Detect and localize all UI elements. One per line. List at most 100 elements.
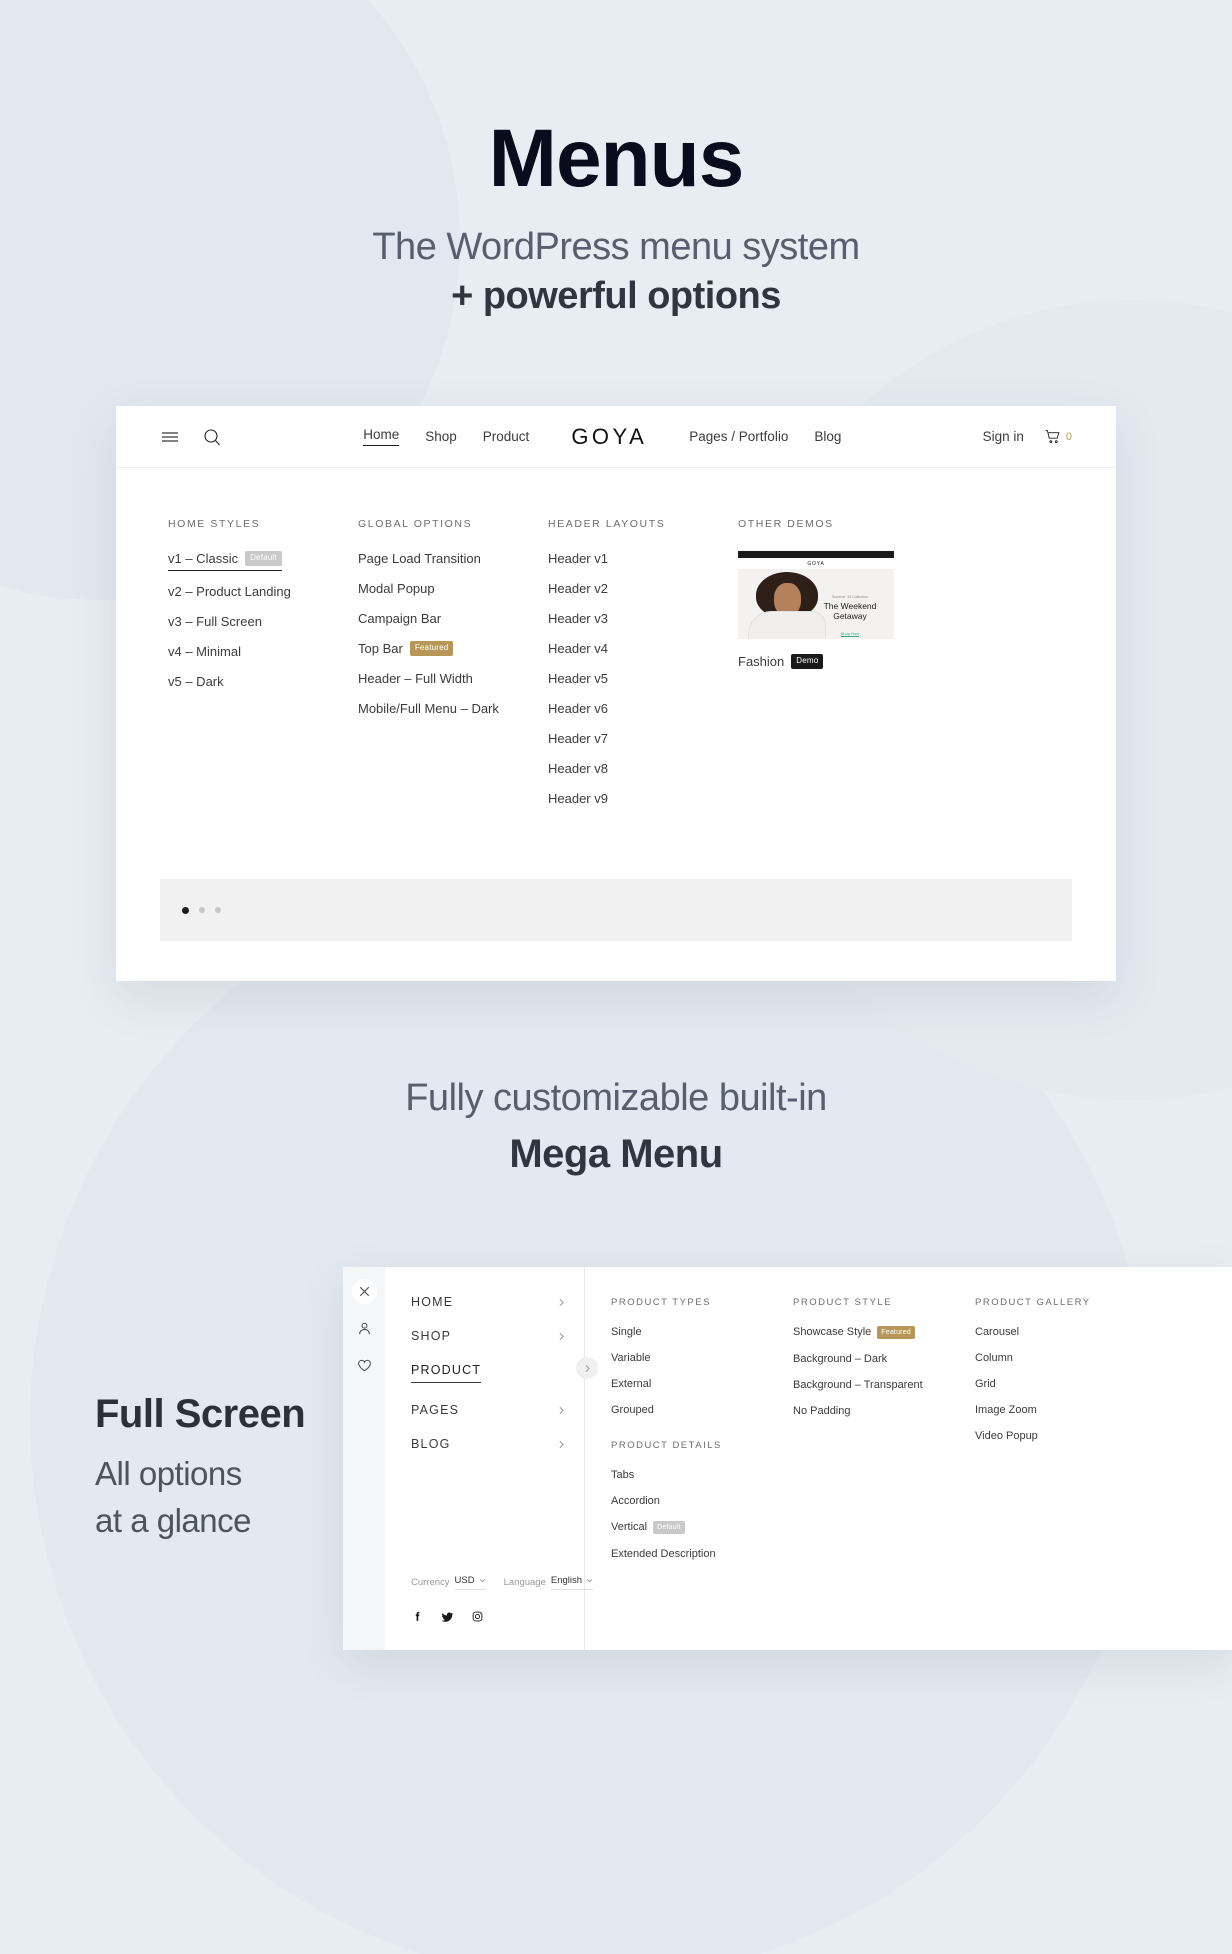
mega-item-header-v8[interactable]: Header v8 (548, 761, 738, 776)
fs-item-single[interactable]: Single (611, 1326, 793, 1338)
navbar-right-group: Sign in 0 (983, 428, 1072, 445)
thumbnail-topbar (738, 551, 894, 558)
nav-link-blog[interactable]: Blog (814, 429, 841, 444)
mega-item-header-v1[interactable]: Header v1 (548, 551, 738, 566)
hero-section: Menus The WordPress menu system + powerf… (0, 0, 1232, 318)
social-links (411, 1610, 584, 1628)
mega-item-page-load-transition[interactable]: Page Load Transition (358, 551, 548, 566)
mega-menu-panel: HOME STYLES v1 – Classic Default v2 – Pr… (116, 468, 1116, 879)
page-title: Menus (488, 113, 745, 204)
sign-in-link[interactable]: Sign in (983, 429, 1024, 444)
fs-item-no-padding[interactable]: No Padding (793, 1405, 975, 1417)
fs-item-tabs[interactable]: Tabs (611, 1469, 793, 1481)
cart-button[interactable]: 0 (1044, 428, 1072, 445)
fs-nav-item-blog[interactable]: BLOG (411, 1437, 584, 1451)
nav-link-product[interactable]: Product (483, 429, 530, 444)
chevron-right-icon (559, 1440, 564, 1448)
mega-item-header-v7[interactable]: Header v7 (548, 731, 738, 746)
fs-item-image-zoom[interactable]: Image Zoom (975, 1404, 1157, 1416)
fs-item-grid[interactable]: Grid (975, 1378, 1157, 1390)
search-icon[interactable] (202, 427, 222, 447)
mega-column-other-demos: OTHER DEMOS GOYA Summer '19 Collection T… (738, 518, 988, 821)
status-badge-featured: Featured (877, 1326, 915, 1339)
fs-item-label: Showcase Style (793, 1326, 872, 1339)
mega-item-campaign-bar[interactable]: Campaign Bar (358, 611, 548, 626)
mega-item-v2-product-landing[interactable]: v2 – Product Landing (168, 584, 358, 599)
hero-subtitle-line1: The WordPress menu system (372, 226, 860, 268)
facebook-icon[interactable] (411, 1610, 424, 1628)
mega-item-fashion[interactable]: Fashion Demo (738, 654, 988, 669)
fs-item-carousel[interactable]: Carousel (975, 1326, 1157, 1338)
fs-nav-item-pages[interactable]: PAGES (411, 1403, 584, 1417)
language-label: Language (503, 1577, 546, 1588)
mega-item-v4-minimal[interactable]: v4 – Minimal (168, 644, 358, 659)
status-badge-default: Default (245, 551, 282, 566)
mockup-footer-space (116, 941, 1116, 981)
mega-item-v5-dark[interactable]: v5 – Dark (168, 674, 358, 689)
fs-item-variable[interactable]: Variable (611, 1352, 793, 1364)
site-navbar: Home Shop Product GOYA Pages / Portfolio… (116, 406, 1116, 468)
language-selector[interactable]: Language English (503, 1575, 594, 1590)
carousel-dot-1[interactable] (182, 906, 189, 914)
close-icon[interactable] (351, 1279, 377, 1304)
nav-link-shop[interactable]: Shop (425, 429, 457, 444)
thumbnail-headline-2: Getaway (833, 610, 867, 621)
fs-nav-item-shop[interactable]: SHOP (411, 1329, 584, 1343)
fs-item-extended-description[interactable]: Extended Description (611, 1548, 793, 1560)
mega-item-v1-classic[interactable]: v1 – Classic Default (168, 551, 282, 571)
mega-item-header-v9[interactable]: Header v9 (548, 791, 738, 806)
user-icon[interactable] (357, 1321, 372, 1341)
fs-column-title: PRODUCT GALLERY (975, 1297, 1091, 1308)
fs-item-external[interactable]: External (611, 1378, 793, 1390)
mega-column-global-options: GLOBAL OPTIONS Page Load Transition Moda… (358, 518, 548, 821)
carousel-dot-2[interactable] (199, 907, 205, 913)
mega-item-header-full-width[interactable]: Header – Full Width (358, 671, 548, 686)
fs-item-background-transparent[interactable]: Background – Transparent (793, 1379, 975, 1391)
mega-item-header-v2[interactable]: Header v2 (548, 581, 738, 596)
fs-item-grouped[interactable]: Grouped (611, 1404, 793, 1416)
carousel-strip (160, 879, 1072, 941)
nav-link-home[interactable]: Home (363, 427, 400, 446)
heart-icon[interactable] (357, 1358, 372, 1378)
fs-item-accordion[interactable]: Accordion (611, 1495, 793, 1507)
fs-nav-item-home[interactable]: HOME (411, 1295, 584, 1309)
instagram-icon[interactable] (471, 1610, 484, 1628)
fullscreen-heading: Full Screen (95, 1392, 306, 1436)
thumbnail-hero: Summer '19 Collection The Weekend Getawa… (738, 569, 894, 639)
mega-item-header-v4[interactable]: Header v4 (548, 641, 738, 656)
fullscreen-menu-panel: HOME SHOP PRODUCT PAGES BLOG Currency US… (343, 1267, 1232, 1650)
mega-item-modal-popup[interactable]: Modal Popup (358, 581, 548, 596)
demo-thumbnail-fashion[interactable]: GOYA Summer '19 Collection The Weekend G… (738, 551, 894, 639)
fs-item-showcase-style[interactable]: Showcase Style Featured (793, 1326, 975, 1339)
site-logo[interactable]: GOYA (571, 424, 647, 450)
twitter-icon[interactable] (441, 1610, 454, 1628)
nav-link-pages-portfolio[interactable]: Pages / Portfolio (689, 429, 788, 444)
mega-menu-heading-section: Fully customizable built-in Mega Menu (0, 1077, 1232, 1177)
fs-nav-item-product[interactable]: PRODUCT (411, 1357, 598, 1383)
carousel-dot-3[interactable] (215, 907, 221, 913)
currency-selector[interactable]: Currency USD (411, 1575, 486, 1590)
mega-item-label: Top Bar (358, 641, 403, 656)
locale-selectors: Currency USD Language English (411, 1575, 594, 1590)
mega-item-v3-full-screen[interactable]: v3 – Full Screen (168, 614, 358, 629)
cart-count: 0 (1065, 430, 1072, 443)
fs-item-video-popup[interactable]: Video Popup (975, 1430, 1157, 1442)
fs-item-vertical[interactable]: Vertical Default (611, 1521, 793, 1534)
mega-item-header-v6[interactable]: Header v6 (548, 701, 738, 716)
thumbnail-kicker: Summer '19 Collection (831, 595, 869, 599)
thumbnail-navbar: GOYA (738, 558, 894, 569)
status-badge-featured: Featured (409, 641, 454, 656)
mega-column-title: HEADER LAYOUTS (548, 518, 666, 530)
fs-column-title: PRODUCT STYLE (793, 1297, 893, 1308)
fs-column-title: PRODUCT DETAILS (611, 1440, 722, 1451)
fs-item-column[interactable]: Column (975, 1352, 1157, 1364)
mega-item-top-bar[interactable]: Top Bar Featured (358, 641, 548, 656)
mega-item-header-v5[interactable]: Header v5 (548, 671, 738, 686)
fullscreen-primary-nav: HOME SHOP PRODUCT PAGES BLOG Currency US… (385, 1267, 598, 1650)
fullscreen-subheading-line2: at a glance (95, 1501, 251, 1539)
mega-item-mobile-full-menu-dark[interactable]: Mobile/Full Menu – Dark (358, 701, 548, 716)
fs-item-background-dark[interactable]: Background – Dark (793, 1353, 975, 1365)
hamburger-icon[interactable] (160, 427, 180, 447)
mega-item-header-v3[interactable]: Header v3 (548, 611, 738, 626)
shopping-cart-icon (1044, 428, 1061, 445)
